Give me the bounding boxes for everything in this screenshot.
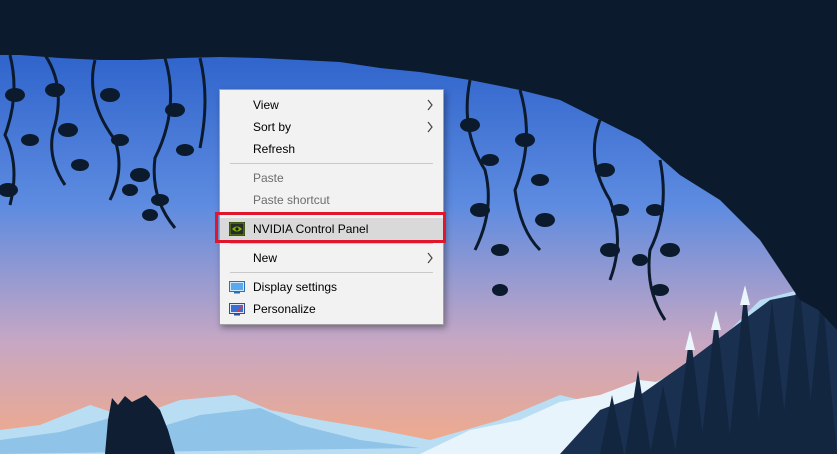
chevron-right-icon [427,121,433,133]
menu-item-refresh[interactable]: Refresh [220,138,443,160]
menu-item-label: Refresh [253,142,296,156]
menu-separator [230,272,433,273]
menu-item-paste-shortcut[interactable]: Paste shortcut [220,189,443,211]
menu-item-display-settings[interactable]: Display settings [220,276,443,298]
menu-separator [230,163,433,164]
menu-separator [230,243,433,244]
menu-item-personalize[interactable]: Personalize [220,298,443,320]
menu-item-label: Paste [253,171,284,185]
menu-item-paste[interactable]: Paste [220,167,443,189]
menu-item-sort-by[interactable]: Sort by [220,116,443,138]
menu-item-new[interactable]: New [220,247,443,269]
chevron-right-icon [427,252,433,264]
menu-item-label: View [253,98,279,112]
menu-item-label: New [253,251,278,265]
menu-item-view[interactable]: View [220,94,443,116]
display-icon [229,281,245,294]
desktop-context-menu: View Sort by Refresh Paste Paste shortcu… [219,89,444,325]
menu-item-label: Sort by [253,120,292,134]
chevron-right-icon [427,99,433,111]
highlight-annotation-box [215,212,446,243]
personalize-icon [229,303,245,316]
menu-item-label: Personalize [253,302,316,316]
menu-item-label: Display settings [253,280,338,294]
menu-item-label: Paste shortcut [253,193,330,207]
